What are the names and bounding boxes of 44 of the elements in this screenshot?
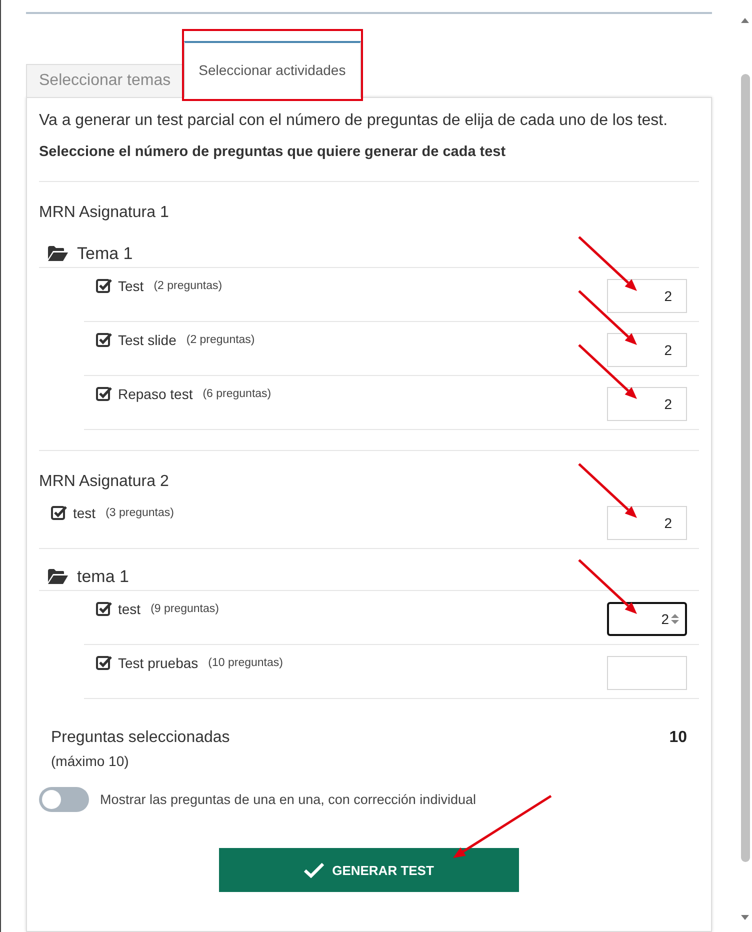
activity-label: Test slide (118, 332, 176, 348)
question-count: (6 preguntas) (202, 388, 272, 400)
checked-checkbox[interactable] (96, 332, 112, 348)
folder-icon (48, 569, 68, 584)
folder-icon (48, 246, 68, 261)
generate-button[interactable]: GENERAR TEST (219, 848, 519, 892)
activity-label: Test pruebas (118, 655, 198, 671)
subject-title: MRN Asignatura 2 (39, 473, 169, 492)
question-count: (2 preguntas) (154, 280, 222, 292)
summary-total: 10 (669, 729, 687, 747)
subject-title: MRN Asignatura 1 (39, 204, 169, 223)
activity-label: Test (118, 278, 144, 294)
number-field[interactable]: 2 (607, 279, 687, 313)
checked-checkbox[interactable] (96, 386, 112, 402)
activity-label: Repaso test (118, 386, 193, 402)
checked-checkbox[interactable] (96, 278, 112, 294)
check-icon (304, 862, 324, 878)
activity-label: test (73, 505, 96, 521)
toggle-switch[interactable] (39, 787, 89, 812)
instruction-text: Seleccione el número de preguntas que quiere generar de cada test (39, 144, 699, 182)
topic-title: Tema 1 (77, 244, 133, 264)
toggle-label: Mostrar las preguntas de una en una, con corrección individual (100, 792, 476, 807)
summary-label: Preguntas seleccionadas (51, 729, 230, 747)
number-field[interactable]: 2 (607, 387, 687, 421)
number-field[interactable]: 2 (607, 333, 687, 367)
activity-label: test (118, 601, 141, 617)
number-field[interactable]: 2 (607, 602, 687, 636)
maximum-note: (máximo 10) (50, 752, 130, 769)
tab[interactable]: Seleccionar actividades (184, 41, 361, 98)
scrollbar-thumb[interactable] (740, 74, 750, 862)
intro-text: Va a generar un test parcial con el número de preguntas de elija de cada uno de los test. (39, 111, 669, 131)
question-count: (3 preguntas) (106, 507, 174, 519)
checked-checkbox[interactable] (96, 655, 112, 671)
spinner-icon[interactable] (671, 613, 679, 625)
checked-checkbox[interactable] (96, 601, 112, 617)
question-count: (9 preguntas) (150, 603, 219, 615)
checked-checkbox[interactable] (51, 505, 67, 521)
question-count: (10 preguntas) (208, 657, 283, 669)
number-field[interactable] (607, 656, 687, 690)
number-field[interactable]: 2 (607, 506, 687, 540)
topic-title: tema 1 (77, 566, 129, 586)
scroll-down-icon[interactable] (740, 914, 750, 922)
scroll-up-icon[interactable] (740, 16, 750, 24)
question-count: (2 preguntas) (186, 334, 255, 346)
